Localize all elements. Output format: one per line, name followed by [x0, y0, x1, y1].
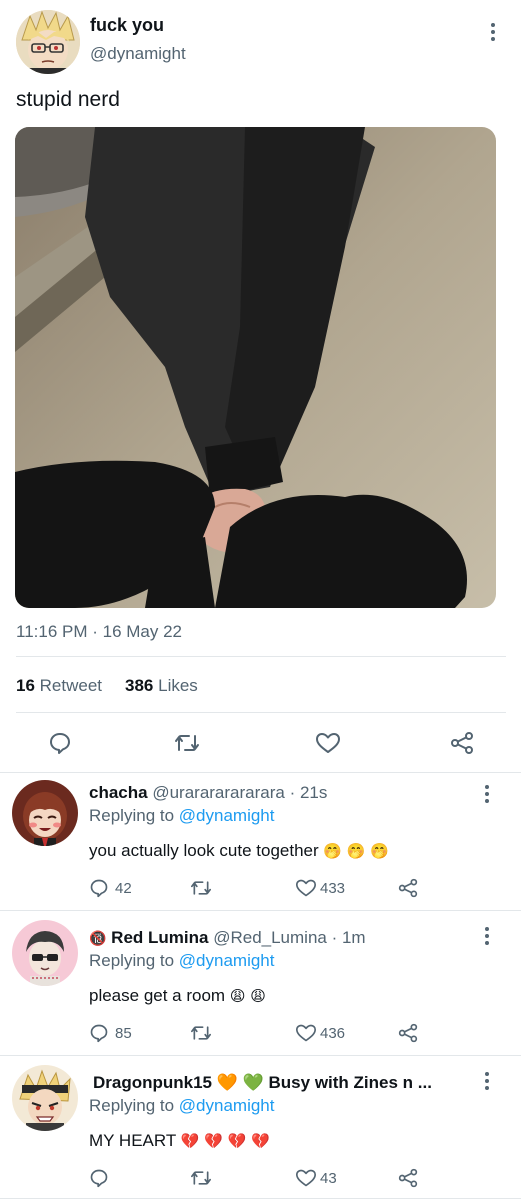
reply-header: chacha @urarararararara · 21s	[89, 783, 327, 803]
retweet-icon[interactable]	[190, 1168, 212, 1188]
tweet-photo[interactable]	[15, 127, 496, 608]
reply-text: you actually look cute together 🤭 🤭 🤭	[89, 841, 389, 861]
reply-action-bar: 85 436	[89, 1022, 509, 1046]
replying-to-handle[interactable]: @dynamight	[179, 1096, 275, 1115]
more-options-icon[interactable]	[483, 19, 503, 45]
replying-to: Replying to @dynamight	[89, 951, 275, 971]
tweet-text: stupid nerd	[16, 88, 120, 111]
like-label: Likes	[158, 676, 198, 695]
retweet-icon[interactable]	[174, 731, 200, 755]
replying-to-handle[interactable]: @dynamight	[179, 806, 275, 825]
retweet-stat[interactable]: 16 Retweet	[16, 676, 102, 696]
like-icon[interactable]	[295, 878, 317, 898]
reply-text: MY HEART 💔 💔 💔 💔	[89, 1131, 270, 1151]
reply-action-bar: 43	[89, 1167, 509, 1191]
reply-icon[interactable]	[48, 731, 72, 755]
divider	[0, 910, 521, 911]
reply-author-badge: 🔞	[89, 931, 107, 947]
reply-author-name[interactable]: chacha	[89, 783, 148, 802]
reply-author-handle[interactable]: @Red_Lumina	[213, 928, 327, 947]
share-icon[interactable]	[398, 878, 418, 898]
photo-holding-hands	[15, 127, 496, 608]
replying-to-handle[interactable]: @dynamight	[179, 951, 275, 970]
replying-to: Replying to @dynamight	[89, 806, 275, 826]
share-icon[interactable]	[398, 1168, 418, 1188]
replying-to-label: Replying to	[89, 951, 175, 970]
reply-action-bar: 42 433	[89, 877, 509, 901]
like-icon[interactable]	[295, 1168, 317, 1188]
reply-avatar[interactable]	[12, 920, 78, 986]
reply-avatar[interactable]	[12, 780, 78, 846]
divider	[0, 1055, 521, 1056]
like-count: 43	[320, 1170, 337, 1187]
reply-text: please get a room 😩 😩	[89, 986, 266, 1006]
author-avatar[interactable]	[16, 10, 80, 74]
divider	[0, 772, 521, 773]
divider	[16, 712, 506, 713]
more-options-icon[interactable]	[477, 781, 497, 807]
like-icon[interactable]	[315, 731, 341, 755]
divider	[0, 1198, 521, 1199]
reply-avatar[interactable]	[12, 1065, 78, 1131]
reply-count: 85	[115, 1025, 132, 1042]
retweet-icon[interactable]	[190, 878, 212, 898]
retweet-label: Retweet	[39, 676, 103, 695]
author-display-name[interactable]: fuck you	[90, 15, 164, 36]
reply-icon[interactable]	[89, 1168, 109, 1188]
reply-time[interactable]: · 21s	[290, 783, 328, 802]
more-options-icon[interactable]	[477, 1068, 497, 1094]
like-count: 436	[320, 1025, 346, 1042]
author-handle[interactable]: @dynamight	[90, 44, 186, 64]
tweet-timestamp[interactable]: 11:16 PM · 16 May 22	[16, 622, 182, 642]
like-icon[interactable]	[295, 1023, 317, 1043]
reply-icon[interactable]	[89, 1023, 109, 1043]
reply-text-body: MY HEART	[89, 1131, 176, 1150]
like-count: 386	[125, 676, 154, 695]
retweet-icon[interactable]	[190, 1023, 212, 1043]
replying-to-label: Replying to	[89, 1096, 175, 1115]
reply-author-name[interactable]: Red Lumina	[111, 928, 208, 947]
divider	[16, 656, 506, 657]
more-options-icon[interactable]	[477, 923, 497, 949]
reply-emojis: 💔 💔 💔 💔	[180, 1132, 270, 1150]
replying-to-label: Replying to	[89, 806, 175, 825]
retweet-count: 16	[16, 676, 35, 695]
reply-author-name[interactable]: Dragonpunk15 🧡 💚 Busy with Zines n ...	[93, 1073, 461, 1093]
reply-text-body: please get a room	[89, 986, 226, 1005]
reply-emojis: 🤭 🤭 🤭	[323, 842, 389, 860]
replying-to: Replying to @dynamight	[89, 1096, 275, 1116]
reply-icon[interactable]	[89, 878, 109, 898]
reply-header: 🔞 Red Lumina @Red_Lumina · 1m	[89, 928, 366, 948]
reply-text-body: you actually look cute together	[89, 841, 319, 860]
share-icon[interactable]	[450, 731, 474, 755]
reply-author-handle[interactable]: @urarararararara	[152, 783, 285, 802]
reply-count: 42	[115, 880, 132, 897]
reply-emojis: 😩 😩	[229, 987, 266, 1005]
like-count: 433	[320, 880, 346, 897]
likes-stat[interactable]: 386 Likes	[125, 676, 198, 696]
share-icon[interactable]	[398, 1023, 418, 1043]
reply-time[interactable]: · 1m	[332, 928, 366, 947]
